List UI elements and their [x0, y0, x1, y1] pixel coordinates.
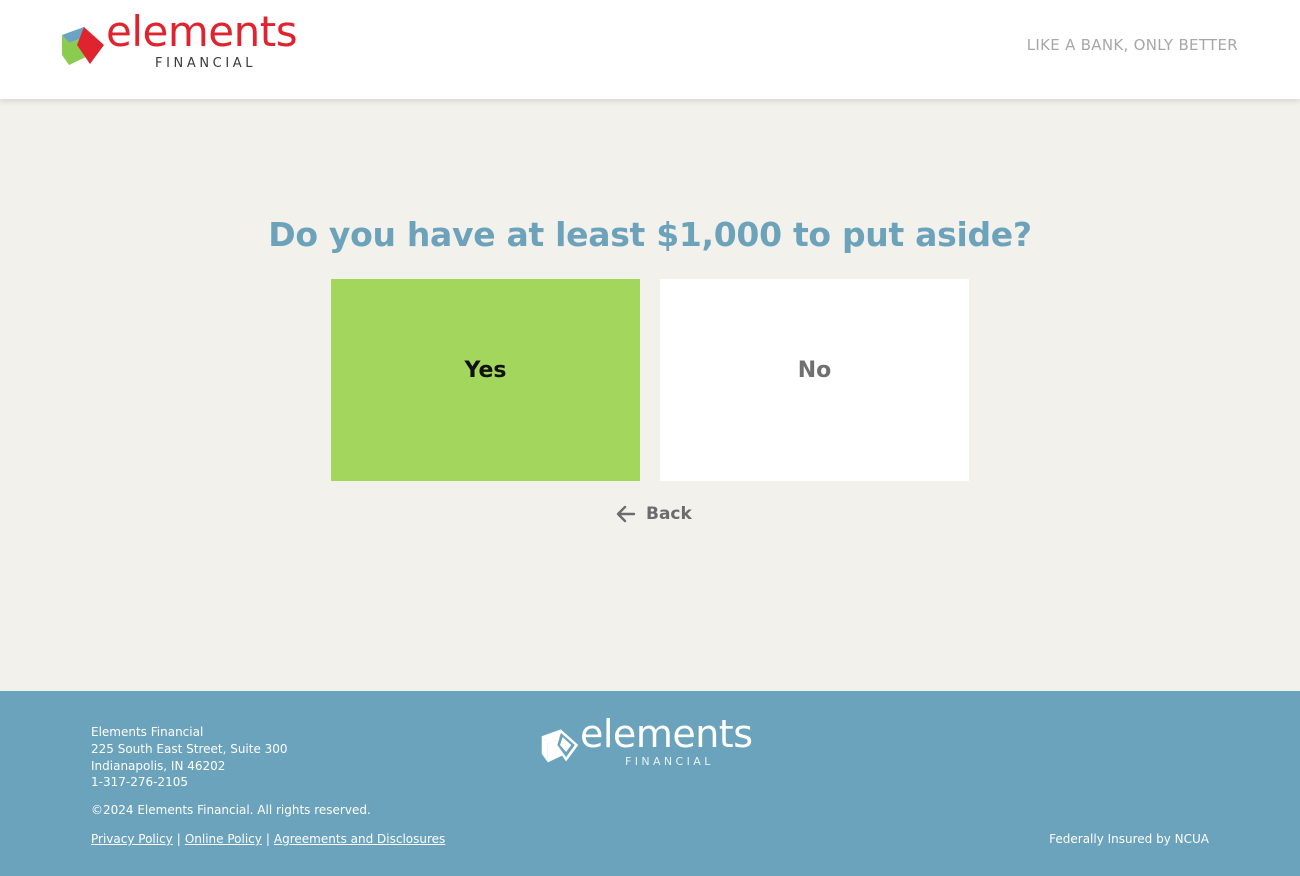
footer-logo-subtitle: FINANCIAL — [625, 755, 714, 768]
answer-no-button[interactable]: No — [660, 279, 969, 481]
question-heading: Do you have at least $1,000 to put aside… — [268, 215, 1032, 254]
footer-copyright: ©2024 Elements Financial. All rights res… — [91, 803, 371, 817]
footer-logo-wordmark: elements — [580, 712, 753, 756]
footer-phone: 1-317-276-2105 — [91, 775, 188, 790]
elements-cube-logo-icon — [541, 729, 579, 763]
site-footer: Elements Financial 225 South East Street… — [0, 691, 1300, 876]
link-separator: | — [176, 832, 181, 846]
footer-street: 225 South East Street, Suite 300 — [91, 741, 288, 756]
elements-cube-logo-icon — [62, 27, 104, 65]
link-separator: | — [265, 832, 270, 846]
footer-city: Indianapolis, IN 46202 — [91, 758, 226, 773]
footer-logo[interactable]: elements FINANCIAL — [540, 715, 765, 773]
site-header: elements FINANCIAL LIKE A BANK, ONLY BET… — [0, 0, 1300, 99]
answer-yes-label: Yes — [464, 357, 507, 383]
question-section: Do you have at least $1,000 to put aside… — [0, 99, 1300, 691]
answer-no-label: No — [797, 357, 832, 383]
back-label: Back — [646, 504, 692, 524]
footer-links: Privacy Policy | Online Policy | Agreements … — [91, 832, 445, 846]
privacy-policy-link[interactable]: Privacy Policy — [91, 832, 173, 846]
online-policy-link[interactable]: Online Policy — [185, 832, 262, 846]
footer-company-name: Elements Financial — [91, 725, 204, 739]
answer-yes-button[interactable]: Yes — [331, 279, 640, 481]
agreements-disclosures-link[interactable]: Agreements and Disclosures — [274, 832, 445, 846]
footer-address: Elements Financial 225 South East Street… — [91, 724, 288, 791]
arrow-left-icon — [616, 505, 636, 523]
ncua-notice: Federally Insured by NCUA — [1049, 832, 1209, 846]
elements-logo[interactable]: elements FINANCIAL — [60, 11, 310, 74]
logo-subtitle: FINANCIAL — [155, 56, 257, 71]
back-button[interactable]: Back — [616, 502, 692, 526]
logo-wordmark: elements — [106, 7, 298, 56]
header-tagline: LIKE A BANK, ONLY BETTER — [1026, 36, 1238, 54]
